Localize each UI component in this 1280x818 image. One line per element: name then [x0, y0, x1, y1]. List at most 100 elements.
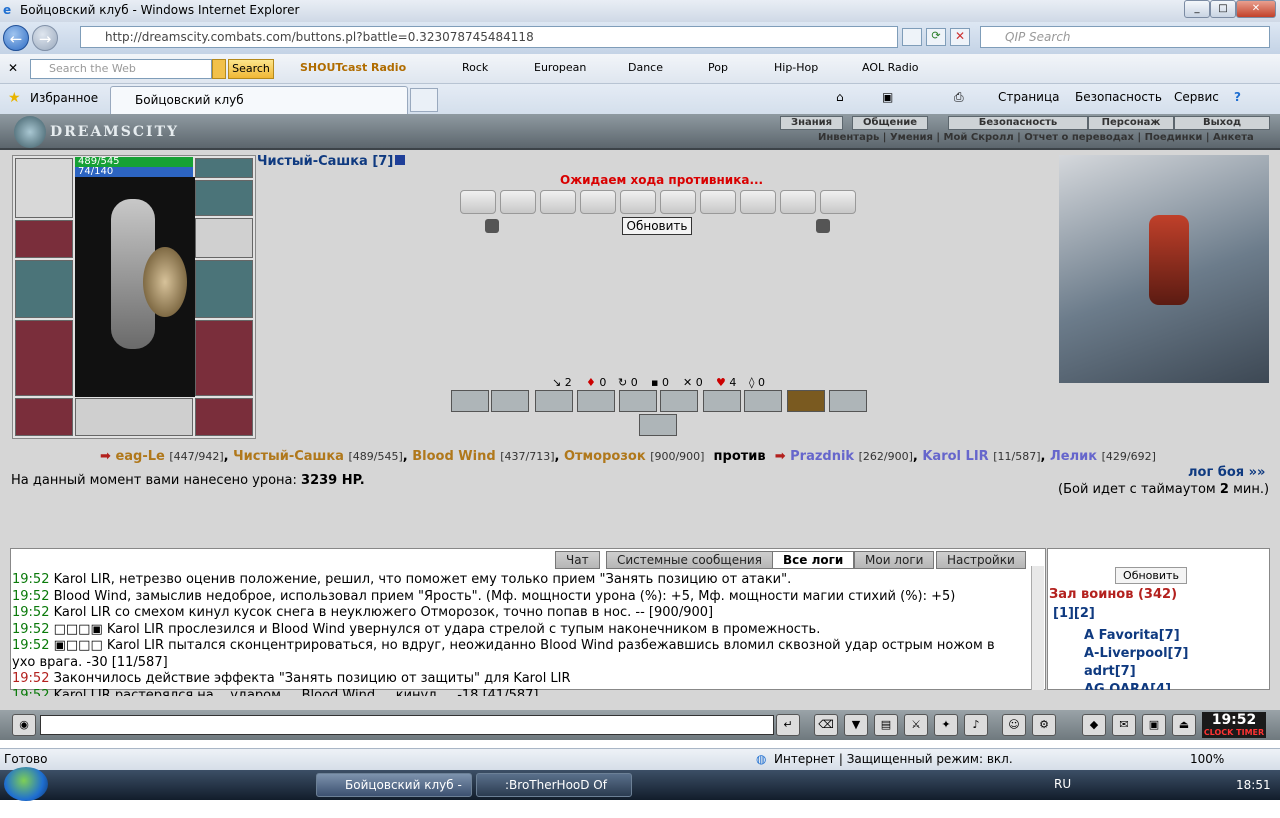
refresh-button[interactable]: Обновить	[622, 217, 692, 235]
skill-7[interactable]	[703, 390, 741, 412]
scroll-slot-4[interactable]	[580, 190, 616, 214]
spell-slots[interactable]	[75, 398, 193, 436]
helmet-slot[interactable]	[15, 158, 73, 218]
shoutcast-button[interactable]: SHOUTcast Radio	[300, 61, 406, 74]
scroll-slot-9[interactable]	[780, 190, 816, 214]
pop-button[interactable]: Pop	[708, 61, 728, 74]
enemy-1[interactable]: Prazdnik	[790, 449, 854, 464]
search-button[interactable]: Search	[228, 59, 274, 79]
chat-scrollbar[interactable]	[1031, 566, 1044, 690]
menu-security[interactable]: Безопасность	[948, 116, 1088, 130]
amulet-slot[interactable]	[195, 158, 253, 178]
rss-icon[interactable]: ▣	[882, 90, 893, 104]
tab-all-logs[interactable]: Все логи	[772, 551, 855, 569]
stop-icon[interactable]: ✕	[950, 28, 970, 46]
battle-log-link[interactable]: лог боя »»	[1188, 465, 1265, 480]
task-opera[interactable]: :BroTherHooD Of Li...	[476, 773, 632, 814]
info-icon[interactable]	[395, 155, 406, 165]
skill-1[interactable]	[451, 390, 489, 412]
ally-2[interactable]: Чистый-Сашка	[233, 449, 344, 464]
hall-refresh-button[interactable]: Обновить	[1115, 567, 1187, 584]
scroll-slot-5[interactable]	[620, 190, 656, 214]
skill-2[interactable]	[491, 390, 529, 412]
forward-button[interactable]: →	[32, 25, 58, 51]
compat-icon[interactable]	[902, 28, 922, 46]
dance-button[interactable]: Dance	[628, 61, 663, 74]
start-button[interactable]	[4, 767, 48, 801]
gloves-slot[interactable]	[195, 218, 253, 258]
settings-icon[interactable]: ⚙	[1032, 714, 1056, 736]
skill-5[interactable]	[619, 390, 657, 412]
character-name[interactable]: Чистый-Сашка [7]	[257, 154, 406, 169]
task-ie[interactable]: Бойцовский клуб - ...	[316, 773, 472, 814]
page-menu[interactable]: Страница	[998, 90, 1060, 104]
menu-knowledge[interactable]: Знания	[780, 116, 844, 130]
skill-11[interactable]	[639, 414, 677, 436]
european-button[interactable]: European	[534, 61, 586, 74]
web-search-input[interactable]: Search the Web	[30, 59, 212, 79]
exit-icon[interactable]: ⏏	[1172, 714, 1196, 736]
player-item[interactable]: A-Liverpool[7]	[1084, 646, 1188, 661]
boots-slot[interactable]	[195, 398, 253, 436]
skill-8[interactable]	[744, 390, 782, 412]
maximize-button[interactable]: □	[1210, 0, 1236, 18]
back-button[interactable]: ←	[3, 25, 29, 51]
ring-slots[interactable]	[195, 180, 253, 216]
ally-3[interactable]: Blood Wind	[412, 449, 495, 464]
chat-mode-icon[interactable]: ◉	[12, 714, 36, 736]
skill-4[interactable]	[577, 390, 615, 412]
skill-10[interactable]	[829, 390, 867, 412]
rock-button[interactable]: Rock	[462, 61, 488, 74]
star-icon[interactable]: ★	[8, 90, 21, 106]
menu-exit[interactable]: Выход	[1174, 116, 1270, 130]
hall-pages[interactable]: [1][2]	[1053, 606, 1095, 621]
menu-character[interactable]: Персонаж	[1088, 116, 1174, 130]
send-icon[interactable]: ↵	[776, 714, 800, 736]
new-tab-button[interactable]	[410, 88, 438, 112]
tab-chat[interactable]: Чат	[555, 551, 600, 569]
scroll-slot-7[interactable]	[700, 190, 736, 214]
qip-search-input[interactable]: QIP Search	[980, 26, 1270, 48]
prev-arrow-icon[interactable]	[485, 219, 499, 233]
taskbar-clock[interactable]: 18:51	[1236, 778, 1271, 792]
fight-icon[interactable]: ⚔	[904, 714, 928, 736]
next-arrow-icon[interactable]	[816, 219, 830, 233]
skill-6[interactable]	[660, 390, 698, 412]
player-item[interactable]: A Favorita[7]	[1084, 628, 1180, 643]
search-dropdown[interactable]	[212, 59, 226, 79]
help-icon[interactable]: ?	[1234, 90, 1241, 104]
scroll-slot-3[interactable]	[540, 190, 576, 214]
enemy-3[interactable]: Лелик	[1050, 449, 1097, 464]
shield-slot[interactable]	[195, 260, 253, 318]
lock-icon[interactable]: ▣	[1142, 714, 1166, 736]
tab-settings[interactable]: Настройки	[936, 551, 1026, 569]
tab-my-logs[interactable]: Мои логи	[854, 551, 935, 569]
smile-icon[interactable]: ☺	[1002, 714, 1026, 736]
belt-slot[interactable]	[15, 398, 73, 436]
close-toolbar-icon[interactable]: ✕	[8, 61, 18, 75]
menu-social[interactable]: Общение	[852, 116, 929, 130]
smile-bar-icon[interactable]: ▤	[874, 714, 898, 736]
print-icon[interactable]: ⎙	[954, 90, 964, 105]
sound-icon[interactable]: ♪	[964, 714, 988, 736]
scroll-slot-2[interactable]	[500, 190, 536, 214]
weapon-slot[interactable]	[15, 260, 73, 318]
refresh-icon[interactable]: ⟳	[926, 28, 946, 46]
security-menu[interactable]: Безопасность	[1075, 90, 1162, 104]
skill-9[interactable]	[787, 390, 825, 412]
filter-icon[interactable]: ▼	[844, 714, 868, 736]
aol-radio-button[interactable]: AOL Radio	[862, 61, 919, 74]
tab-system[interactable]: Системные сообщения	[606, 551, 773, 569]
scroll-slot-8[interactable]	[740, 190, 776, 214]
home-icon[interactable]: ⌂	[836, 90, 844, 104]
tools-menu[interactable]: Сервис	[1174, 90, 1219, 104]
zoom-level[interactable]: 100%	[1190, 749, 1224, 769]
armor-slot[interactable]	[15, 320, 73, 396]
player-item[interactable]: adrt[7]	[1084, 664, 1136, 679]
close-button[interactable]: ✕	[1236, 0, 1276, 18]
enemy-2[interactable]: Karol LIR	[922, 449, 988, 464]
hiphop-button[interactable]: Hip-Hop	[774, 61, 818, 74]
ally-4[interactable]: Отморозок	[564, 449, 646, 464]
address-field[interactable]: http://dreamscity.combats.com/buttons.pl…	[80, 26, 898, 48]
favorites-button[interactable]: Избранное	[30, 91, 98, 105]
